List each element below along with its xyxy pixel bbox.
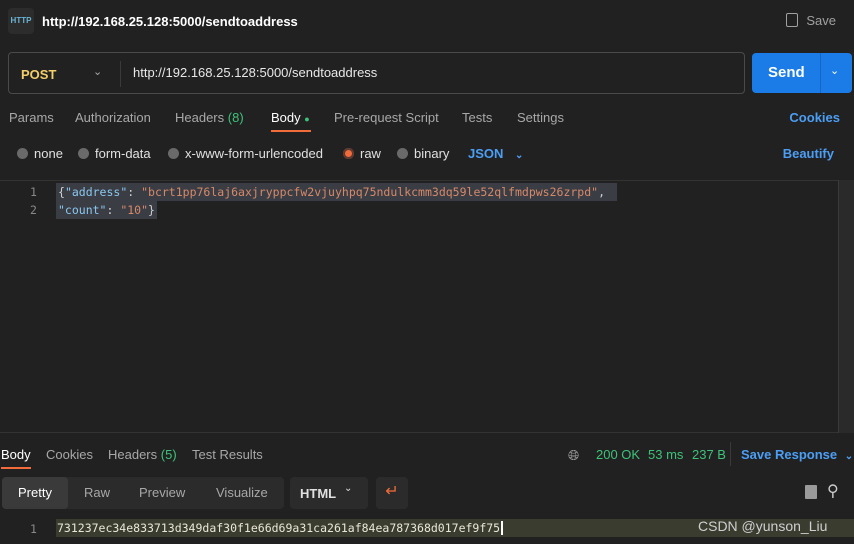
status-code: 200 OK <box>596 447 641 462</box>
copy-icon[interactable] <box>805 485 817 499</box>
radio-icon <box>78 148 89 159</box>
beautify-button[interactable]: Beautify <box>783 146 834 161</box>
cookies-link[interactable]: Cookies <box>789 110 840 125</box>
url-bar: POST ⌄ http://192.168.25.128:5000/sendto… <box>8 52 745 94</box>
radio-label: none <box>34 146 63 161</box>
response-tab-test-results[interactable]: Test Results <box>192 447 263 462</box>
headers-count: (5) <box>160 447 177 462</box>
modified-dot-icon: ● <box>304 114 310 124</box>
radio-icon <box>168 148 179 159</box>
response-format-select[interactable]: HTML ⌄ <box>290 477 368 509</box>
save-response-button[interactable]: Save Response ⌄ <box>741 447 853 462</box>
code-line: "count": "10"} <box>56 201 157 219</box>
divider <box>120 61 121 87</box>
response-body-text[interactable]: 731237ec34e833713d349daf30f1e66d69a31ca2… <box>57 521 504 535</box>
headers-count: (8) <box>227 110 244 125</box>
view-preview[interactable]: Preview <box>139 485 185 500</box>
radio-none[interactable]: none <box>17 146 63 161</box>
tab-label: Body <box>271 110 301 125</box>
body-editor[interactable]: 1 {"address": "bcrt1pp76laj6axjryppcfw2v… <box>0 180 854 433</box>
active-tab-underline <box>1 467 31 469</box>
tab-label: Headers <box>108 447 158 462</box>
tab-prerequest-script[interactable]: Pre-request Script <box>334 110 439 125</box>
tab-authorization[interactable]: Authorization <box>75 110 151 125</box>
json-value: "bcrt1pp76laj6axjryppcfw2vjuyhpq75ndulkc… <box>141 185 599 199</box>
radio-form-data[interactable]: form-data <box>78 146 151 161</box>
response-tab-body[interactable]: Body <box>1 447 31 462</box>
save-response-label: Save Response <box>741 447 838 462</box>
format-select[interactable]: JSON ⌄ <box>468 146 523 161</box>
view-pretty[interactable]: Pretty <box>2 477 68 509</box>
line-number: 1 <box>30 185 37 199</box>
response-size: 237 B <box>692 447 726 462</box>
active-tab-underline <box>271 130 311 132</box>
search-icon[interactable]: ⚲ <box>827 481 839 501</box>
view-raw[interactable]: Raw <box>84 485 110 500</box>
format-label: JSON <box>468 146 504 161</box>
json-value: "10" <box>120 203 149 217</box>
save-icon <box>786 13 799 27</box>
line-number: 2 <box>30 203 37 217</box>
response-view-tabs: Pretty Raw Preview Visualize <box>2 477 284 509</box>
response-time: 53 ms <box>648 447 684 462</box>
radio-label: x-www-form-urlencoded <box>185 146 323 161</box>
divider <box>820 53 821 93</box>
chevron-down-icon: ⌄ <box>515 150 524 161</box>
save-button[interactable]: Save <box>786 13 836 28</box>
url-input[interactable]: http://192.168.25.128:5000/sendtoaddress <box>133 65 377 80</box>
format-label: HTML <box>300 486 337 501</box>
json-key: "count" <box>58 203 107 217</box>
request-title: http://192.168.25.128:5000/sendtoaddress <box>42 14 298 29</box>
radio-binary[interactable]: binary <box>397 146 449 161</box>
radio-label: form-data <box>95 146 151 161</box>
radio-raw[interactable]: raw <box>343 146 381 161</box>
wrap-lines-icon[interactable]: ↵ <box>376 477 408 509</box>
chevron-down-icon: ⌄ <box>844 451 854 462</box>
tab-headers[interactable]: Headers (8) <box>175 110 244 125</box>
line-number: 1 <box>30 522 37 536</box>
http-request-icon: HTTP <box>8 8 34 34</box>
tab-params[interactable]: Params <box>9 110 54 125</box>
radio-label: binary <box>414 146 450 161</box>
brace: } <box>148 203 155 217</box>
send-button[interactable]: Send ⌄ <box>752 53 852 93</box>
divider <box>730 442 731 466</box>
brace: { <box>58 185 65 199</box>
method-select[interactable]: POST <box>21 67 56 82</box>
send-options-chevron-icon[interactable]: ⌄ <box>830 64 839 77</box>
colon: : <box>106 203 121 217</box>
colon: : <box>127 185 142 199</box>
chevron-down-icon: ⌄ <box>344 483 353 494</box>
radio-icon <box>17 148 28 159</box>
globe-icon[interactable]: 🌐︎ <box>568 447 579 464</box>
radio-icon <box>397 148 408 159</box>
chevron-down-icon[interactable]: ⌄ <box>93 65 102 78</box>
tab-tests[interactable]: Tests <box>462 110 492 125</box>
tab-settings[interactable]: Settings <box>517 110 564 125</box>
comma: , <box>598 185 606 199</box>
tab-body[interactable]: Body ● <box>271 110 310 125</box>
json-key: "address" <box>64 185 128 199</box>
radio-selected-icon <box>343 148 354 159</box>
response-tab-headers[interactable]: Headers (5) <box>108 447 177 462</box>
tab-label: Headers <box>175 110 225 125</box>
radio-urlencoded[interactable]: x-www-form-urlencoded <box>168 146 323 161</box>
radio-label: raw <box>360 146 381 161</box>
view-visualize[interactable]: Visualize <box>216 485 268 500</box>
send-label: Send <box>768 64 805 81</box>
response-tab-cookies[interactable]: Cookies <box>46 447 93 462</box>
code-line: {"address": "bcrt1pp76laj6axjryppcfw2vju… <box>56 183 618 201</box>
editor-scrollbar[interactable] <box>838 180 854 433</box>
save-label: Save <box>806 13 836 28</box>
watermark: CSDN @yunson_Liu <box>698 518 828 534</box>
